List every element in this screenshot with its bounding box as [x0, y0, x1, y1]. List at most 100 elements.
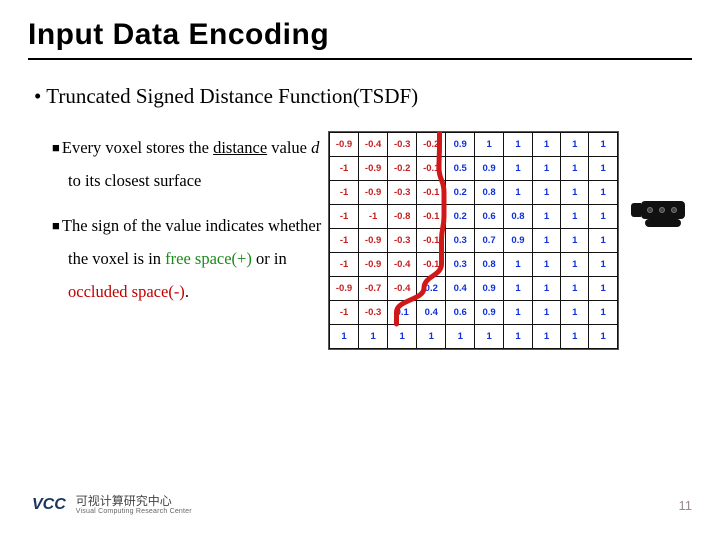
- grid-cell: 1: [532, 301, 560, 325]
- grid-cell: 1: [561, 133, 589, 157]
- grid-cell: 1: [532, 253, 560, 277]
- grid-cell: 0.9: [446, 133, 475, 157]
- grid-cell: 1: [589, 133, 617, 157]
- grid-cell: -0.9: [359, 253, 388, 277]
- grid-cell: 1: [532, 277, 560, 301]
- slide-title: Input Data Encoding: [28, 18, 692, 52]
- sub1-tail: to its closest surface: [68, 171, 201, 190]
- grid-cell: -0.1: [417, 253, 446, 277]
- grid-cell: 0.2: [446, 181, 475, 205]
- grid-cell: 0.6: [446, 301, 475, 325]
- grid-cell: 1: [561, 181, 589, 205]
- grid-cell: -0.4: [359, 133, 388, 157]
- logo-badge: VCC: [28, 494, 70, 516]
- grid-cell: 0.3: [446, 229, 475, 253]
- sensor-base: [645, 219, 681, 227]
- logo-cn: 可视计算研究中心: [76, 495, 192, 508]
- grid-cell: -1: [359, 205, 388, 229]
- grid-cell: 1: [330, 325, 359, 349]
- grid-cell: 1: [359, 325, 388, 349]
- sub1-lead: Every voxel stores the: [62, 138, 213, 157]
- grid-cell: 1: [561, 253, 589, 277]
- grid-cell: 1: [504, 301, 533, 325]
- grid-cell: 0.4: [446, 277, 475, 301]
- grid-cell: -0.3: [388, 133, 417, 157]
- sub2-tail: .: [185, 282, 189, 301]
- grid-cell: 1: [388, 325, 417, 349]
- sub-bullet-2: ■The sign of the value indicates whether…: [52, 209, 328, 308]
- grid-cell: 1: [504, 277, 533, 301]
- logo: VCC 可视计算研究中心 Visual Computing Research C…: [28, 494, 192, 516]
- grid-cell: 1: [417, 325, 446, 349]
- grid-cell: 1: [504, 181, 533, 205]
- grid-cell: 0.9: [475, 157, 504, 181]
- grid-cell: 0.6: [475, 205, 504, 229]
- title-underline: [28, 58, 692, 60]
- grid-cell: 1: [561, 277, 589, 301]
- grid-cell: -0.1: [417, 229, 446, 253]
- grid-cell: 1: [504, 157, 533, 181]
- logo-text-block: 可视计算研究中心 Visual Computing Research Cente…: [76, 495, 192, 515]
- grid-cell: 1: [532, 181, 560, 205]
- grid-cell: 1: [504, 253, 533, 277]
- grid-cell: 0.2: [417, 277, 446, 301]
- grid-cell: 0.8: [475, 253, 504, 277]
- sensor-lens: [671, 207, 677, 213]
- grid-cell: -0.9: [359, 229, 388, 253]
- figure-column: -0.9-0.4-0.3-0.20.911111-1-0.9-0.2-0.10.…: [328, 131, 692, 350]
- grid-cell: -0.9: [359, 181, 388, 205]
- grid-cell: 0.9: [475, 301, 504, 325]
- grid-cell: -1: [330, 229, 359, 253]
- grid-cell: 1: [532, 325, 560, 349]
- grid-cell: 1: [589, 229, 617, 253]
- grid-cell: -0.4: [388, 253, 417, 277]
- grid-cell: 0.9: [475, 277, 504, 301]
- sensor-lens: [659, 207, 665, 213]
- sub2-free: free space(+): [165, 249, 252, 268]
- square-bullet-icon: ■: [52, 140, 60, 155]
- grid-cell: -1: [330, 181, 359, 205]
- tsdf-table: -0.9-0.4-0.3-0.20.911111-1-0.9-0.2-0.10.…: [329, 132, 618, 349]
- grid-cell: 1: [561, 325, 589, 349]
- grid-cell: 1: [532, 133, 560, 157]
- footer: VCC 可视计算研究中心 Visual Computing Research C…: [0, 480, 720, 530]
- grid-cell: 1: [589, 205, 617, 229]
- grid-cell: 0.5: [446, 157, 475, 181]
- main-bullet-text: Truncated Signed Distance Function(TSDF): [46, 84, 418, 108]
- grid-cell: -0.2: [388, 157, 417, 181]
- sub1-mid: value: [267, 138, 311, 157]
- grid-cell: 0.7: [475, 229, 504, 253]
- grid-cell: 1: [532, 205, 560, 229]
- grid-cell: 0.8: [504, 205, 533, 229]
- grid-cell: 1: [561, 157, 589, 181]
- grid-cell: -0.8: [388, 205, 417, 229]
- sub2-occluded: occluded space(-): [68, 282, 185, 301]
- grid-cell: -0.9: [330, 133, 359, 157]
- sensor-body: [641, 201, 685, 219]
- content-row: ■Every voxel stores the distance value d…: [28, 131, 692, 350]
- grid-cell: -0.3: [359, 301, 388, 325]
- grid-cell: 0.3: [446, 253, 475, 277]
- logo-en: Visual Computing Research Center: [76, 508, 192, 515]
- grid-cell: -0.1: [417, 181, 446, 205]
- main-bullet: • Truncated Signed Distance Function(TSD…: [34, 84, 692, 109]
- grid-cell: -1: [330, 157, 359, 181]
- grid-cell: -0.9: [330, 277, 359, 301]
- grid-cell: 1: [504, 133, 533, 157]
- page-number: 11: [679, 498, 693, 513]
- grid-cell: -0.1: [417, 205, 446, 229]
- grid-cell: -1: [330, 205, 359, 229]
- grid-cell: 1: [561, 229, 589, 253]
- grid-cell: 1: [532, 157, 560, 181]
- text-column: ■Every voxel stores the distance value d…: [28, 131, 328, 350]
- grid-cell: 0.2: [446, 205, 475, 229]
- grid-cell: 1: [589, 301, 617, 325]
- grid-cell: -0.2: [417, 133, 446, 157]
- square-bullet-icon: ■: [52, 218, 60, 233]
- grid-cell: -1: [330, 253, 359, 277]
- grid-cell: -0.9: [359, 157, 388, 181]
- grid-cell: 0.4: [417, 301, 446, 325]
- grid-cell: -0.1: [417, 157, 446, 181]
- grid-cell: -0.3: [388, 229, 417, 253]
- sensor-lens: [647, 207, 653, 213]
